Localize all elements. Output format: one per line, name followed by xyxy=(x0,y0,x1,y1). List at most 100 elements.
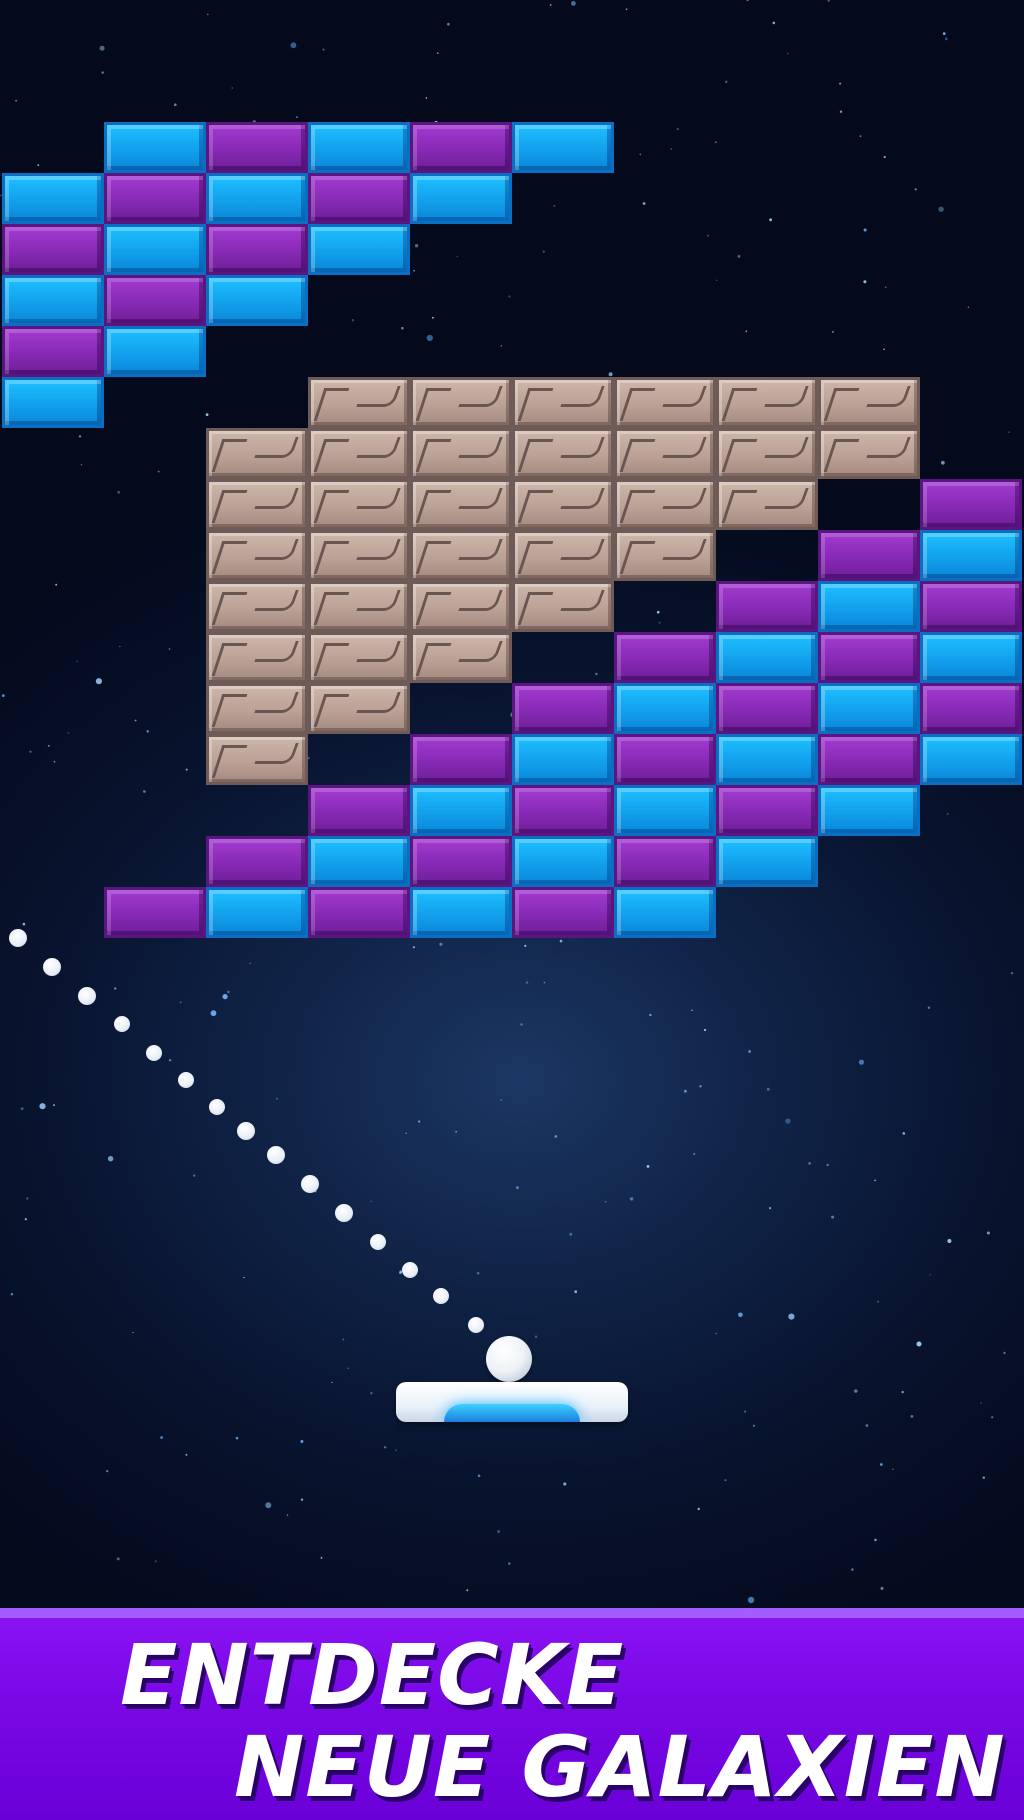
star xyxy=(426,334,433,342)
trajectory-dot xyxy=(209,1099,225,1115)
star xyxy=(769,218,772,222)
star xyxy=(227,990,230,994)
purple-brick xyxy=(920,479,1022,530)
star xyxy=(947,813,949,815)
stone-brick xyxy=(410,632,512,683)
star xyxy=(714,141,717,144)
star xyxy=(394,1449,397,1452)
star xyxy=(724,80,728,84)
star xyxy=(942,32,946,35)
star xyxy=(554,1135,558,1138)
star xyxy=(370,1392,373,1395)
blue-brick xyxy=(206,275,308,326)
star xyxy=(629,1197,634,1201)
stone-brick xyxy=(308,581,410,632)
star xyxy=(24,1218,27,1221)
star xyxy=(571,1,576,6)
stone-brick xyxy=(206,683,308,734)
star xyxy=(157,470,160,473)
star xyxy=(15,99,18,102)
blue-brick xyxy=(716,632,818,683)
purple-brick xyxy=(716,581,818,632)
star xyxy=(342,1338,345,1341)
star xyxy=(447,22,450,26)
star xyxy=(455,1130,457,1133)
trajectory-dot xyxy=(433,1288,449,1304)
purple-brick xyxy=(308,785,410,836)
game-board[interactable] xyxy=(0,0,1024,1608)
stone-brick xyxy=(206,479,308,530)
blue-brick xyxy=(2,173,104,224)
star xyxy=(534,1335,538,1338)
stone-brick xyxy=(716,377,818,428)
blue-brick xyxy=(512,836,614,887)
star xyxy=(414,244,419,248)
star xyxy=(47,744,50,747)
star xyxy=(542,250,545,253)
paddle[interactable] xyxy=(396,1382,628,1422)
star xyxy=(39,1103,46,1110)
stone-brick xyxy=(614,479,716,530)
star xyxy=(29,750,32,753)
trajectory-dot xyxy=(301,1175,319,1193)
star xyxy=(738,1312,743,1318)
star xyxy=(914,188,917,191)
purple-brick xyxy=(716,683,818,734)
star xyxy=(432,316,434,319)
star xyxy=(106,1470,109,1473)
blue-brick xyxy=(716,734,818,785)
star xyxy=(1,694,5,697)
stone-brick xyxy=(410,428,512,479)
star xyxy=(235,1436,239,1440)
star xyxy=(563,1482,567,1486)
stone-brick xyxy=(308,479,410,530)
star xyxy=(231,87,233,89)
stone-brick xyxy=(716,428,818,479)
star xyxy=(307,757,310,759)
purple-brick xyxy=(2,326,104,377)
star xyxy=(595,672,598,676)
stone-brick xyxy=(410,530,512,581)
star xyxy=(53,760,56,763)
star xyxy=(347,1367,349,1369)
star xyxy=(808,1162,811,1165)
star xyxy=(874,1538,877,1542)
star xyxy=(516,1186,519,1190)
star xyxy=(737,255,741,258)
star xyxy=(986,1231,990,1235)
star xyxy=(476,1271,480,1275)
star xyxy=(207,13,209,16)
star xyxy=(508,295,511,298)
star xyxy=(646,1165,650,1168)
star xyxy=(26,1197,29,1200)
star xyxy=(265,1502,272,1509)
trajectory-dot xyxy=(114,1016,130,1032)
star xyxy=(425,97,428,99)
star xyxy=(55,583,58,586)
star xyxy=(703,1028,707,1032)
stone-brick xyxy=(512,428,614,479)
stone-brick xyxy=(512,479,614,530)
purple-brick xyxy=(818,632,920,683)
trajectory-dot xyxy=(402,1262,418,1278)
blue-brick xyxy=(614,887,716,938)
star xyxy=(877,1300,879,1303)
promo-banner: ENTDECKE NEUE GALAXIEN xyxy=(0,1608,1024,1820)
blue-brick xyxy=(920,530,1022,581)
star xyxy=(927,1006,931,1009)
star xyxy=(116,1557,120,1561)
star xyxy=(947,1239,952,1243)
stone-brick xyxy=(716,479,818,530)
purple-brick xyxy=(410,122,512,173)
star xyxy=(929,1274,931,1276)
star xyxy=(676,128,679,131)
star xyxy=(883,155,886,159)
stone-brick xyxy=(308,428,410,479)
star xyxy=(351,319,355,322)
star xyxy=(1008,431,1010,433)
star xyxy=(901,1390,904,1394)
purple-brick xyxy=(614,632,716,683)
star xyxy=(608,372,613,377)
star xyxy=(525,981,529,984)
stone-brick xyxy=(614,428,716,479)
